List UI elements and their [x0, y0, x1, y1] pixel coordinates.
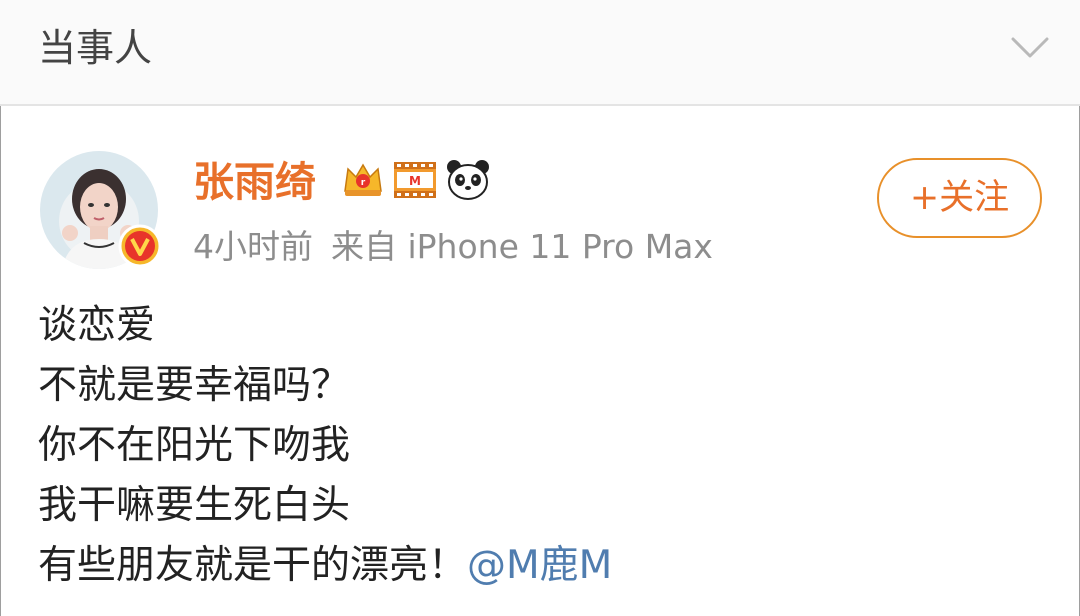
content-line: 不就是要幸福吗？	[38, 363, 351, 408]
content-line: 我干嘛要生死白头	[38, 483, 351, 528]
verified-v-icon	[118, 224, 162, 268]
content-line-last: 有些朋友就是干的漂亮！@M鹿M	[38, 536, 612, 596]
mention-link[interactable]: @M鹿M	[467, 543, 612, 588]
movie-icon[interactable]: M	[393, 160, 437, 200]
header-divider	[0, 104, 1080, 106]
section-title: 当事人	[38, 26, 153, 70]
panda-icon[interactable]	[445, 157, 491, 201]
post-source[interactable]: 来自 iPhone 11 Pro Max	[331, 227, 713, 266]
avatar[interactable]	[40, 151, 162, 269]
crown-icon[interactable]: r	[341, 157, 385, 201]
post-time: 4小时前	[193, 227, 313, 266]
username[interactable]: 张雨绮	[193, 158, 316, 207]
section-header: 当事人	[0, 0, 1080, 104]
follow-button[interactable]: +关注	[877, 158, 1042, 238]
chevron-down-icon[interactable]	[1010, 34, 1050, 62]
post-meta: 4小时前 来自 iPhone 11 Pro Max	[193, 226, 713, 269]
post-content: 谈恋爱 不就是要幸福吗？ 你不在阳光下吻我 我干嘛要生死白头 有些朋友就是干的漂…	[38, 296, 612, 596]
svg-text:r: r	[361, 178, 366, 188]
content-line: 谈恋爱	[38, 303, 156, 348]
content-line: 你不在阳光下吻我	[38, 423, 351, 468]
svg-text:M: M	[409, 174, 421, 188]
content-text: 有些朋友就是干的漂亮！	[38, 543, 468, 588]
